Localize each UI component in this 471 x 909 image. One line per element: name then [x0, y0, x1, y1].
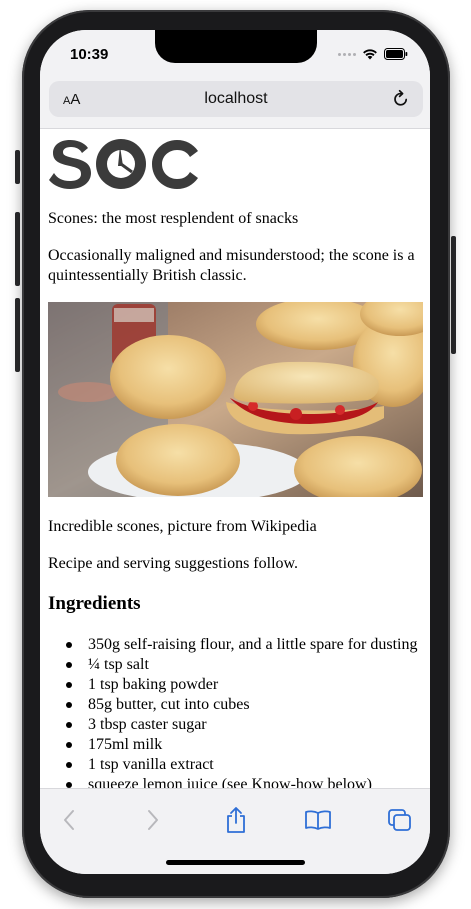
status-icons: [338, 48, 408, 60]
reload-icon[interactable]: [391, 89, 411, 114]
phone-screen: 10:39 AA localhost Scones: the most resp…: [40, 30, 430, 874]
page-headline: Scones: the most resplendent of snacks: [48, 210, 299, 227]
site-logo[interactable]: [48, 136, 204, 190]
status-time: 10:39: [70, 46, 109, 63]
ingredients-heading: Ingredients: [48, 593, 141, 614]
recipe-note: Recipe and serving suggestions follow.: [48, 555, 299, 572]
power-button: [451, 236, 456, 354]
list-item: ¼ tsp salt: [66, 655, 418, 675]
list-item: 85g butter, cut into cubes: [66, 695, 418, 715]
intro-paragraph: Occasionally maligned and misunderstood;…: [48, 247, 415, 284]
volume-down-button: [15, 298, 20, 372]
web-page: Scones: the most resplendent of snacks O…: [40, 128, 430, 788]
list-item: 3 tbsp caster sugar: [66, 715, 418, 735]
list-item: 350g self-raising flour, and a little sp…: [66, 636, 418, 653]
forward-icon[interactable]: [138, 807, 168, 833]
photo-caption: Incredible scones, picture from Wikipedi…: [48, 518, 317, 535]
list-item: squeeze lemon juice (see Know-how below): [66, 775, 418, 788]
list-item: 1 tsp vanilla extract: [66, 755, 418, 775]
list-item: 1 tsp baking powder: [66, 675, 418, 695]
address-bar-area: AA localhost: [40, 80, 430, 129]
mute-switch: [15, 150, 20, 184]
battery-icon: [384, 48, 408, 60]
list-item: 175ml milk: [66, 735, 418, 755]
volume-up-button: [15, 212, 20, 286]
address-bar[interactable]: AA localhost: [49, 81, 423, 117]
share-icon[interactable]: [221, 807, 251, 833]
signal-icon: [338, 52, 356, 56]
url-text[interactable]: localhost: [49, 90, 423, 108]
home-indicator[interactable]: [166, 860, 305, 865]
tabs-icon[interactable]: [385, 807, 415, 833]
ingredients-list: 350g self-raising flour, and a little sp…: [66, 635, 418, 788]
notch: [155, 30, 317, 63]
back-icon[interactable]: [54, 807, 84, 833]
bookmarks-icon[interactable]: [303, 807, 333, 833]
wifi-icon: [362, 48, 378, 60]
scones-photo: [48, 302, 423, 497]
